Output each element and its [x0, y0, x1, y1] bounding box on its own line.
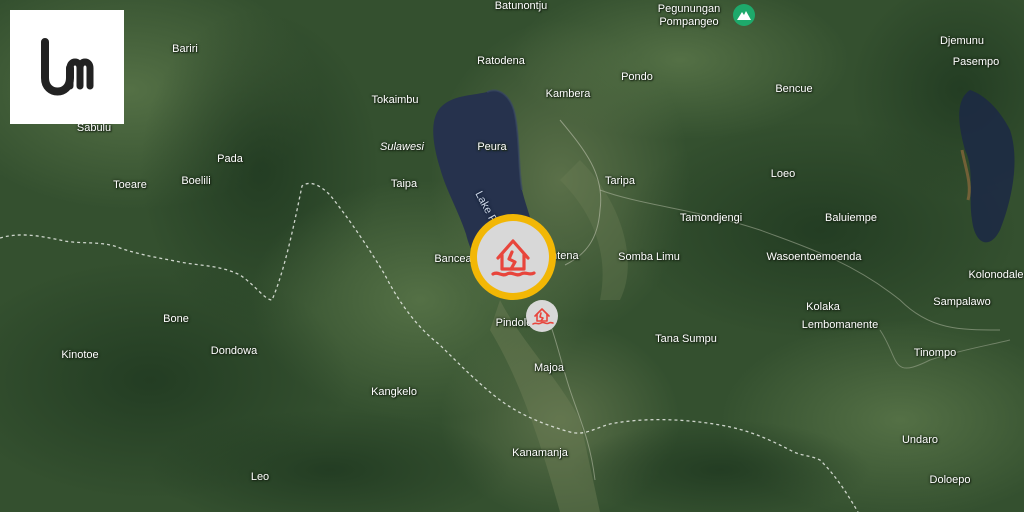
place-label[interactable]: Boelili [181, 175, 210, 187]
place-label[interactable]: Pompangeo [659, 16, 718, 28]
place-label[interactable]: Sulawesi [380, 141, 424, 153]
place-label[interactable]: Djemunu [940, 35, 984, 47]
place-label[interactable]: Pasempo [953, 56, 999, 68]
place-label[interactable]: Bone [163, 313, 189, 325]
place-label[interactable]: Dondowa [211, 345, 257, 357]
place-label[interactable]: Lembomanente [802, 319, 878, 331]
brand-logo[interactable] [10, 10, 124, 124]
place-label[interactable]: Undaro [902, 434, 938, 446]
place-label[interactable]: Sampalawo [933, 296, 990, 308]
house-damage-icon [526, 300, 558, 332]
house-damage-icon [470, 214, 556, 300]
place-label[interactable]: Taripa [605, 175, 635, 187]
place-label[interactable]: Doloepo [930, 474, 971, 486]
place-label[interactable]: Kanamanja [512, 447, 568, 459]
mountain-peak-icon[interactable] [732, 3, 756, 27]
place-label[interactable]: Tamondjengi [680, 212, 742, 224]
place-label[interactable]: Baluiempe [825, 212, 877, 224]
place-label[interactable]: Bariri [172, 43, 198, 55]
um-logo-icon [41, 38, 94, 96]
place-label[interactable]: Tokaimbu [371, 94, 418, 106]
place-label[interactable]: Kinotoe [61, 349, 98, 361]
place-label[interactable]: Tinompo [914, 347, 956, 359]
place-label[interactable]: Taipa [391, 178, 417, 190]
place-label[interactable]: Bencue [775, 83, 812, 95]
place-label[interactable]: Peura [477, 141, 506, 153]
place-label[interactable]: Pada [217, 153, 243, 165]
place-label[interactable]: Majoa [534, 362, 564, 374]
place-label[interactable]: Kolaka [806, 301, 840, 313]
place-label[interactable]: Batunontju [495, 0, 548, 12]
house-damage-marker[interactable] [468, 212, 558, 302]
place-label[interactable]: Bancea [434, 253, 471, 265]
place-label[interactable]: Toeare [113, 179, 147, 191]
house-damage-marker-small[interactable] [525, 299, 559, 333]
place-label[interactable]: Pondo [621, 71, 653, 83]
place-label[interactable]: Somba Limu [618, 251, 680, 263]
place-label[interactable]: Leo [251, 471, 269, 483]
place-label[interactable]: Pegunungan [658, 3, 720, 15]
place-label[interactable]: Loeo [771, 168, 795, 180]
place-label[interactable]: Kolonodale [968, 269, 1023, 281]
place-label[interactable]: Ratodena [477, 55, 525, 67]
place-label[interactable]: Kangkelo [371, 386, 417, 398]
place-label[interactable]: Wasoentoemoenda [767, 251, 862, 263]
place-label[interactable]: Kambera [546, 88, 591, 100]
place-label[interactable]: Tana Sumpu [655, 333, 717, 345]
